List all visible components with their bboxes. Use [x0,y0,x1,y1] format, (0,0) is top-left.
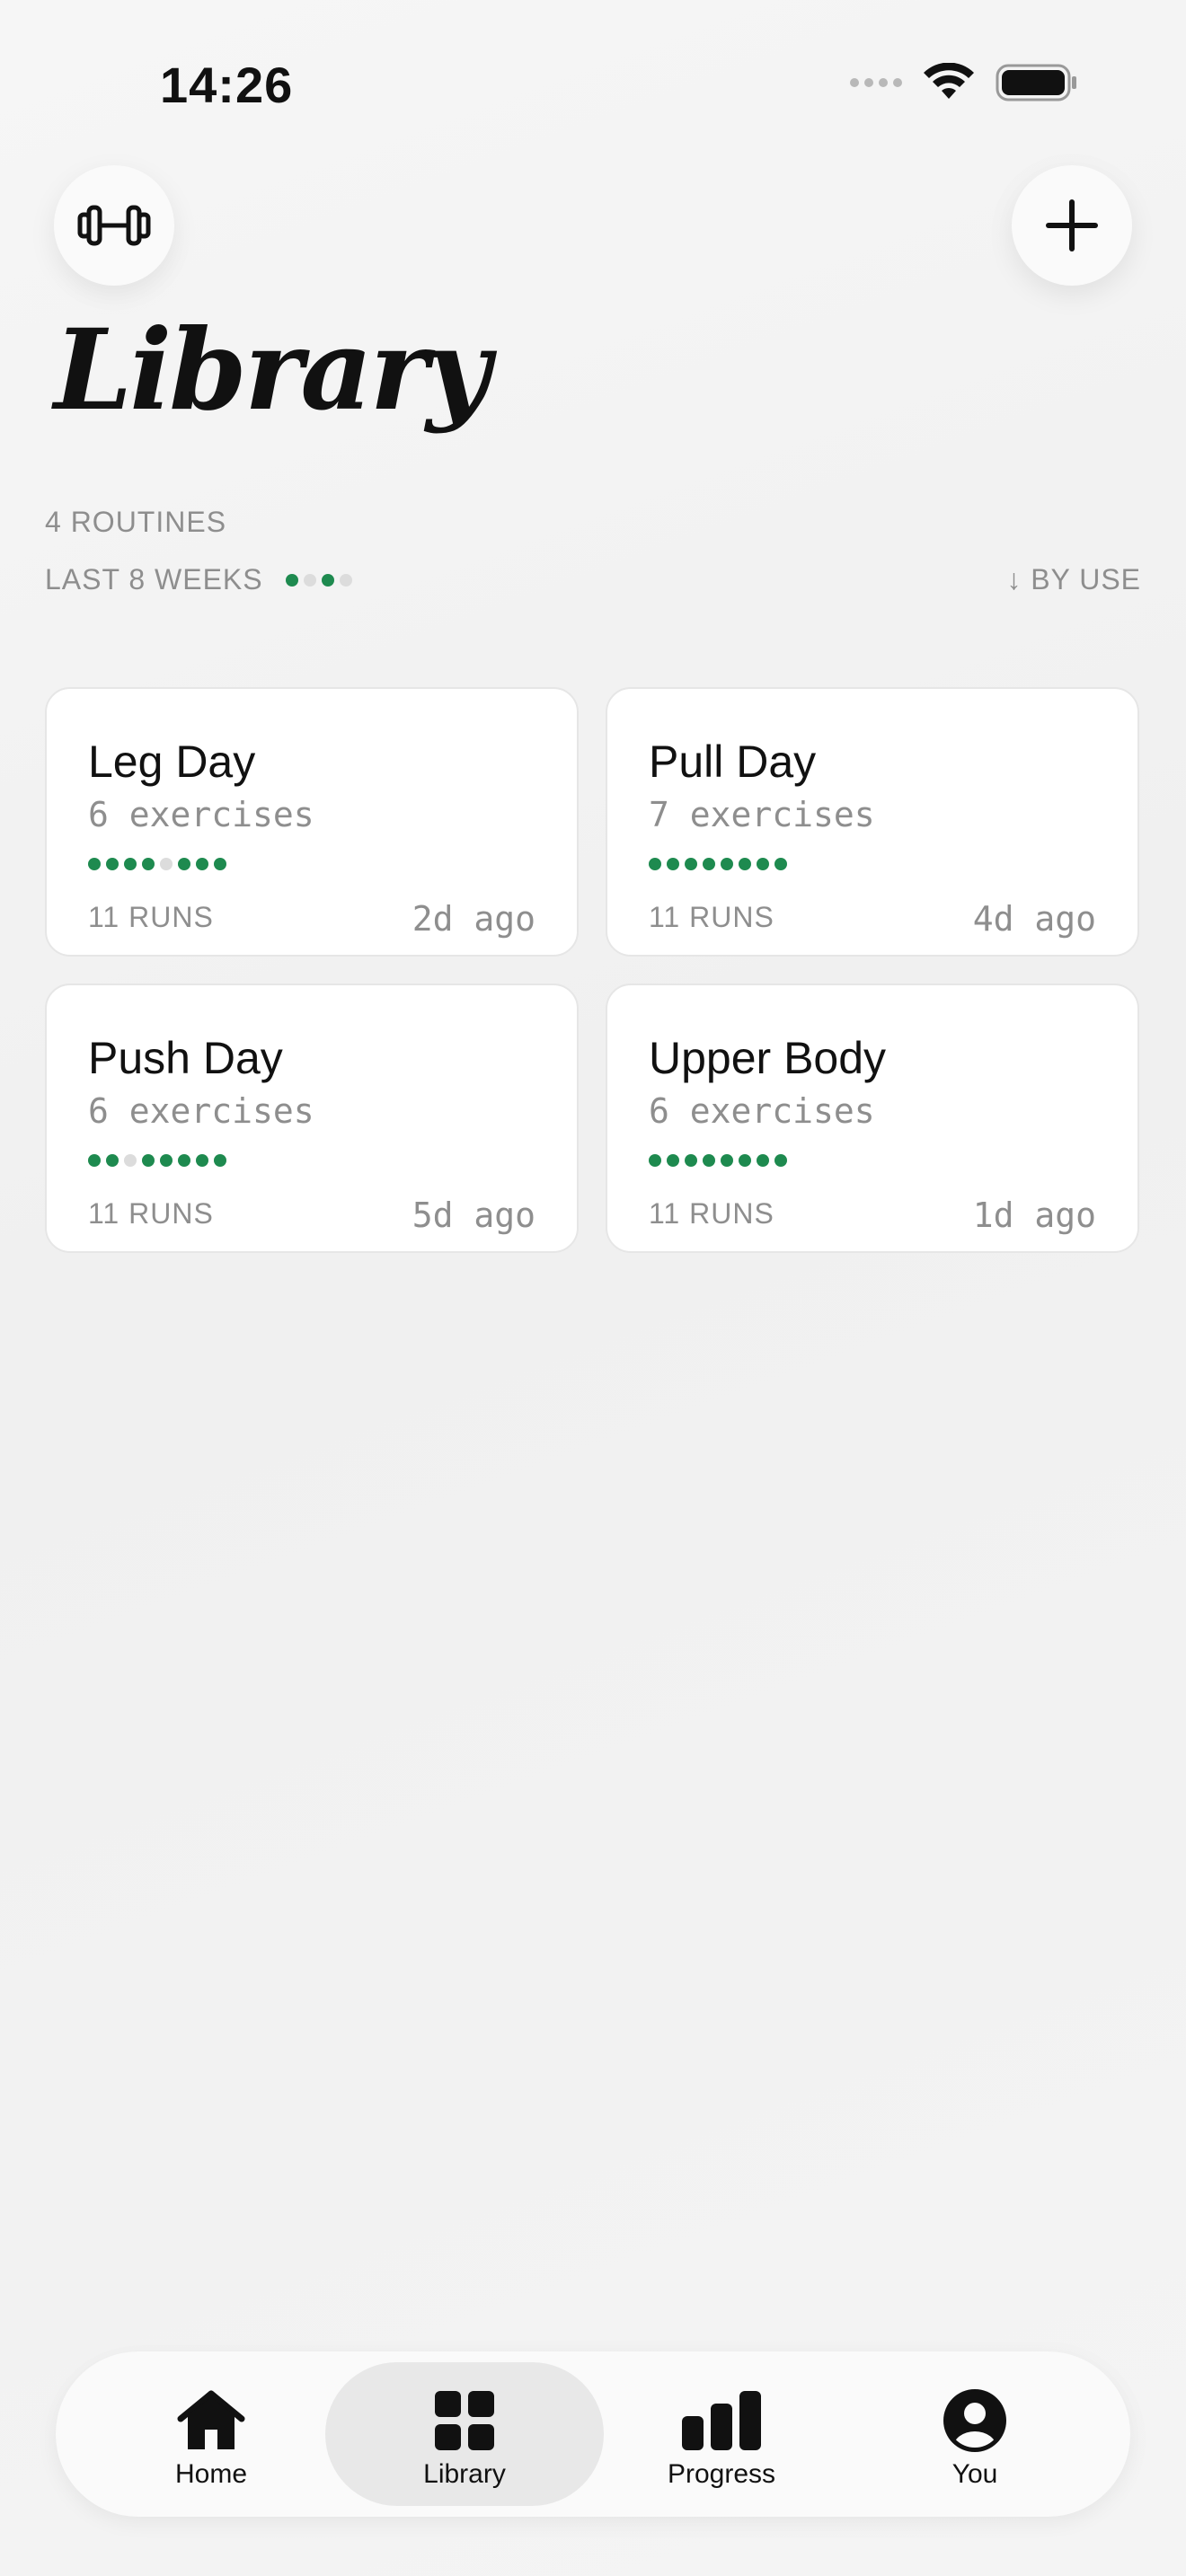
tab-library-label: Library [423,2459,506,2489]
routine-activity-dots [649,858,787,870]
add-routine-button[interactable] [1012,165,1132,286]
tab-bar: Home Library Progress You [56,2351,1130,2517]
routine-last-used: 2d ago [412,899,535,939]
week-dot-active [322,574,334,587]
activity-dot-active [142,858,155,870]
signal-dots-icon [850,78,902,87]
activity-dot-active [178,1154,190,1167]
activity-dot-active [649,1154,661,1167]
activity-dot-active [721,1154,733,1167]
activity-dot-active [178,858,190,870]
activity-dot-active [721,858,733,870]
page-title: Library [54,305,491,436]
status-time: 14:26 [160,57,294,113]
activity-dot-active [703,1154,715,1167]
routine-card-leg-day[interactable]: Leg Day 6 exercises 11 RUNS 2d ago [45,687,579,957]
activity-dot-active [739,1154,751,1167]
person-icon [943,2389,1006,2452]
activity-dot-active [685,1154,697,1167]
activity-dot-active [106,1154,119,1167]
activity-dot-active [774,858,787,870]
routine-activity-dots [88,1154,226,1167]
activity-dot-inactive [160,858,173,870]
routine-name: Push Day [88,1033,283,1083]
week-dot-inactive [340,574,352,587]
routine-card-pull-day[interactable]: Pull Day 7 exercises 11 RUNS 4d ago [606,687,1139,957]
tab-progress[interactable]: Progress [582,2362,861,2506]
activity-dot-active [739,858,751,870]
routine-exercise-count: 6 exercises [649,1091,875,1131]
activity-dot-active [774,1154,787,1167]
activity-dot-active [649,858,661,870]
routine-last-used: 4d ago [972,899,1096,939]
routine-last-used: 5d ago [412,1195,535,1235]
weeks-activity-dots [286,574,352,587]
workout-button[interactable] [54,165,174,286]
routine-card-upper-body[interactable]: Upper Body 6 exercises 11 RUNS 1d ago [606,984,1139,1253]
tab-you[interactable]: You [836,2362,1114,2506]
activity-dot-active [106,858,119,870]
routine-last-used: 1d ago [972,1195,1096,1235]
routine-runs: 11 RUNS [88,901,214,933]
routine-card-push-day[interactable]: Push Day 6 exercises 11 RUNS 5d ago [45,984,579,1253]
activity-dot-active [757,858,769,870]
routine-activity-dots [88,858,226,870]
tab-you-label: You [951,2459,998,2489]
status-icons [850,63,1078,102]
activity-dot-active [196,1154,208,1167]
home-icon [177,2390,245,2449]
routine-name: Upper Body [649,1033,887,1083]
activity-dot-active [160,1154,173,1167]
activity-dot-active [703,858,715,870]
activity-dot-active [88,858,101,870]
routine-runs: 11 RUNS [649,901,774,933]
activity-dot-active [757,1154,769,1167]
activity-dot-active [214,858,226,870]
tab-library[interactable]: Library [325,2362,604,2506]
plus-icon [1046,199,1098,251]
battery-icon [996,64,1076,101]
tab-home[interactable]: Home [72,2362,350,2506]
week-dot-inactive [304,574,316,587]
routine-name: Leg Day [88,737,256,787]
activity-dot-active [667,858,679,870]
routines-count: 4 ROUTINES [45,506,227,538]
activity-dot-inactive [124,1154,137,1167]
week-dot-active [286,574,298,587]
grid-icon [435,2391,494,2450]
activity-dot-active [196,858,208,870]
routine-runs: 11 RUNS [88,1197,214,1230]
activity-dot-active [214,1154,226,1167]
routine-activity-dots [649,1154,787,1167]
bar-chart-icon [682,2391,761,2450]
routine-exercise-count: 6 exercises [88,1091,314,1131]
activity-dot-active [124,858,137,870]
activity-dot-active [142,1154,155,1167]
routine-runs: 11 RUNS [649,1197,774,1230]
activity-dot-active [685,858,697,870]
activity-dot-active [88,1154,101,1167]
routine-name: Pull Day [649,737,817,787]
routine-grid: Leg Day 6 exercises 11 RUNS 2d ago Pull … [45,687,1139,1253]
wifi-icon [924,63,974,99]
tab-progress-label: Progress [667,2459,776,2489]
weeks-label: LAST 8 WEEKS [45,563,263,595]
dumbbell-icon [77,205,151,246]
tab-home-label: Home [174,2459,248,2489]
activity-dot-active [667,1154,679,1167]
routine-exercise-count: 7 exercises [649,795,875,834]
routine-exercise-count: 6 exercises [88,795,314,834]
sort-by-use-button[interactable]: ↓ BY USE [1006,563,1141,596]
